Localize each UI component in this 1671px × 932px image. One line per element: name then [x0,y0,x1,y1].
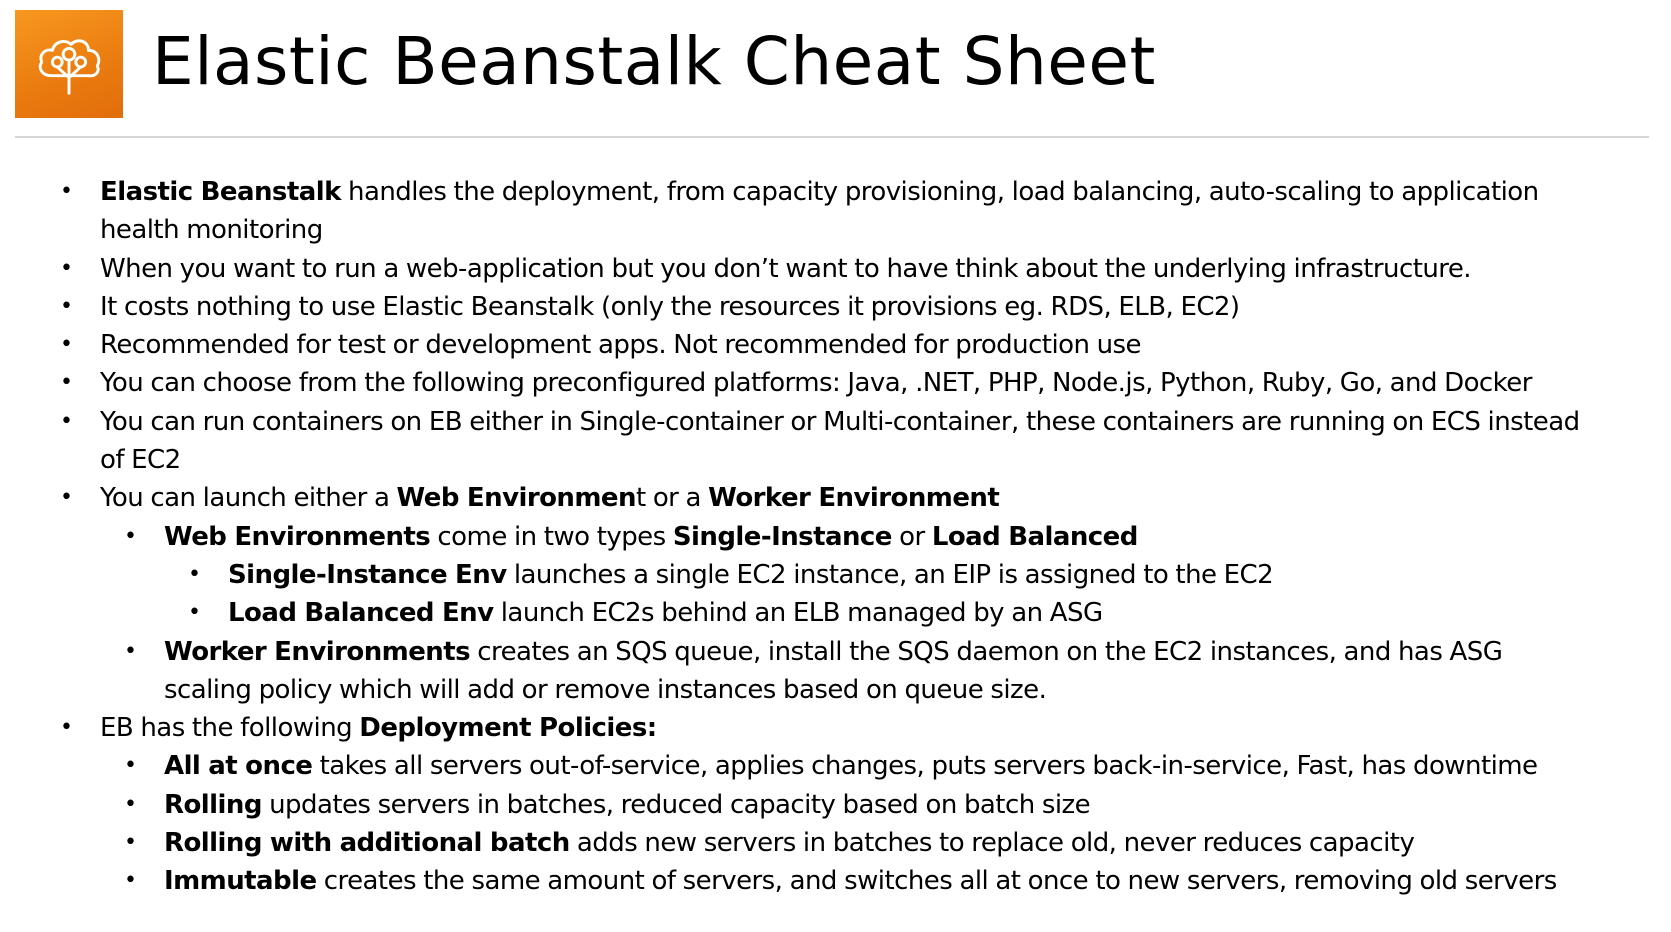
bullet-item: • EB has the following Deployment Policie… [0,709,1671,747]
text-segment: adds new servers in batches to replace o… [569,828,1415,859]
bullet-item: • Elastic Beanstalk handles the deploymen… [0,173,1671,250]
text-segment: When you want to run a web-application b… [100,253,1472,284]
bullet-dot: • [60,485,73,511]
bold-term: Web Environmen [396,483,637,514]
bullet-item: • Rolling updates servers in batches, red… [0,786,1671,824]
bullet-dot: • [124,791,137,817]
bullet-text: Immutable creates the same amount of ser… [0,862,1671,900]
bullet-dot: • [60,179,73,204]
bullet-dot: • [188,561,201,587]
bullet-item: • Web Environments come in two types Sing… [0,518,1671,556]
bullet-text: EB has the following Deployment Policies… [0,709,1671,747]
elastic-beanstalk-logo [15,10,123,118]
bold-term: Load Balanced Env [228,598,494,629]
bullet-dot: • [124,830,137,856]
bullet-item: • When you want to run a web-application … [0,250,1671,288]
title-divider [15,136,1649,138]
text-segment: It costs nothing to use Elastic Beanstal… [100,291,1240,322]
bold-term: All at once [164,751,313,782]
bullet-text: When you want to run a web-application b… [0,250,1671,288]
bullet-item: • All at once takes all servers out-of-se… [0,747,1671,785]
elastic-beanstalk-tree-cloud-icon [38,39,101,95]
text-segment: creates the same amount of servers, and … [316,866,1558,897]
text-segment: You can run containers on EB either in S… [100,406,1580,476]
bullet-text: Single-Instance Env launches a single EC… [0,556,1671,594]
page-title: Elastic Beanstalk Cheat Sheet [152,23,1156,100]
bold-term: Rolling [164,789,262,820]
bullet-item: • Recommended for test or development app… [0,326,1671,364]
bullet-item: • You can choose from the following preco… [0,364,1671,402]
bold-term: Worker Environment [708,483,1000,514]
bullet-text: Recommended for test or development apps… [0,326,1671,364]
text-segment: updates servers in batches, reduced capa… [261,789,1091,820]
text-segment: takes all servers out-of-service, applie… [312,751,1538,782]
bullet-item: • You can run containers on EB either in … [0,403,1671,480]
bullet-text: Elastic Beanstalk handles the deployment… [0,173,1671,250]
bullet-dot: • [60,715,73,741]
bullet-dot: • [124,753,137,779]
bullet-text: Worker Environments creates an SQS queue… [0,633,1671,710]
bullet-item: • Rolling with additional batch adds new … [0,824,1671,862]
bullet-list: • Elastic Beanstalk handles the deploymen… [0,173,1671,901]
text-segment: You can launch either a [100,483,397,514]
bold-term: Deployment Policies: [359,713,657,744]
text-segment: EB has the following [100,713,360,744]
bold-term: Elastic Beanstalk [100,177,341,207]
bullet-dot: • [124,638,137,664]
bullet-item: • Immutable creates the same amount of se… [0,862,1671,900]
text-segment: come in two types [430,521,673,552]
text-segment: Recommended for test or development apps… [100,330,1142,361]
bullet-dot: • [188,600,201,626]
bold-term: Load Balanced [931,521,1139,552]
bullet-dot: • [124,523,137,549]
text-segment: You can choose from the following precon… [100,368,1532,399]
bullet-text: Rolling with additional batch adds new s… [0,824,1671,862]
bullet-text: It costs nothing to use Elastic Beanstal… [0,288,1671,326]
bullet-text: All at once takes all servers out-of-ser… [0,747,1671,785]
text-segment: t or a [635,483,709,514]
bullet-dot: • [60,332,73,358]
bullet-text: You can choose from the following precon… [0,364,1671,402]
bullet-dot: • [60,255,73,281]
bullet-item: • Worker Environments creates an SQS queu… [0,633,1671,710]
bullet-dot: • [60,293,73,319]
bold-term: Single-Instance [672,521,893,552]
bold-term: Immutable [164,866,317,897]
bullet-text: You can run containers on EB either in S… [0,403,1671,480]
bullet-dot: • [60,408,73,434]
text-segment: launches a single EC2 instance, an EIP i… [506,559,1274,590]
text-segment: or [891,521,932,552]
bullet-text: Web Environments come in two types Singl… [0,518,1671,556]
bullet-text: Load Balanced Env launch EC2s behind an … [0,594,1671,632]
bullet-dot: • [60,370,73,396]
bold-term: Rolling with additional batch [164,828,570,859]
bullet-dot: • [124,868,137,894]
bullet-item: • Single-Instance Env launches a single E… [0,556,1671,594]
bullet-item: • Load Balanced Env launch EC2s behind an… [0,594,1671,632]
text-segment: launch EC2s behind an ELB managed by an … [493,598,1103,629]
bullet-item: • You can launch either a Web Environment… [0,479,1671,517]
bullet-text: Rolling updates servers in batches, redu… [0,786,1671,824]
bold-term: Web Environments [164,521,431,552]
bold-term: Worker Environments [164,636,471,667]
bold-term: Single-Instance Env [228,559,507,590]
bullet-item: • It costs nothing to use Elastic Beansta… [0,288,1671,326]
bullet-text: You can launch either a Web Environment … [0,479,1671,517]
